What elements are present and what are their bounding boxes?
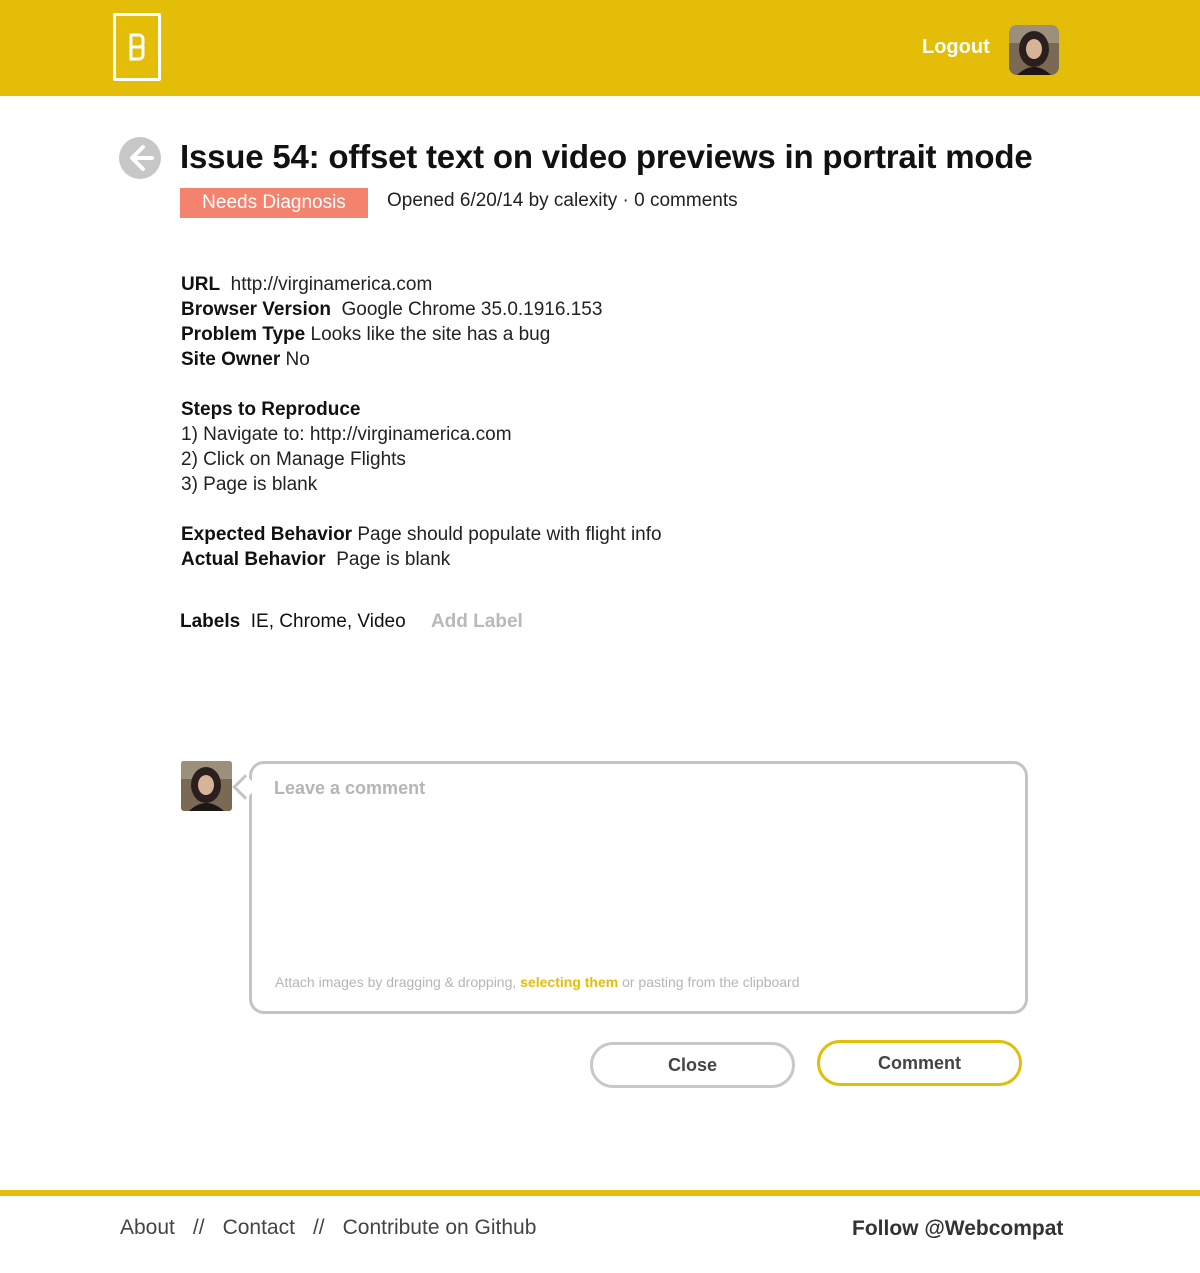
webcompat-logo-icon[interactable] [113,13,161,81]
logout-link[interactable]: Logout [922,36,990,59]
footer-links: About // Contact // Contribute on Github [120,1216,536,1240]
commenter-avatar [181,761,232,811]
owner-value: No [285,349,310,370]
footer-separator: // [192,1216,205,1239]
url-row: URL http://virginamerica.com [181,272,662,297]
labels-values: IE, Chrome, Video [250,611,406,632]
steps-heading: Steps to Reproduce [181,397,662,422]
step-item: 1) Navigate to: http://virginamerica.com [181,424,512,445]
comment-button[interactable]: Comment [817,1040,1022,1086]
user-avatar[interactable] [1009,25,1059,75]
labels-heading: Labels [180,611,241,632]
comment-input[interactable] [272,776,1006,960]
about-link[interactable]: About [120,1216,175,1239]
attach-hint: Attach images by dragging & dropping, se… [275,974,800,990]
attach-prefix: Attach images by dragging & dropping, [275,974,521,990]
expected-label: Expected Behavior [181,524,353,545]
actual-row: Actual Behavior Page is blank [181,547,662,572]
step-item: 2) Click on Manage Flights [181,449,406,470]
steps-label: Steps to Reproduce [181,399,361,420]
expected-value: Page should populate with flight info [357,524,662,545]
status-badge: Needs Diagnosis [180,188,368,218]
close-button[interactable]: Close [590,1042,795,1088]
footer-separator: // [312,1216,325,1239]
github-link[interactable]: Contribute on Github [343,1216,537,1239]
issue-title: Issue 54: offset text on video previews … [180,138,1033,175]
contact-link[interactable]: Contact [223,1216,295,1239]
comment-box: Attach images by dragging & dropping, se… [249,761,1028,1014]
select-images-link[interactable]: selecting them [520,974,618,990]
site-header: Logout [0,0,1200,96]
url-value: http://virginamerica.com [230,274,433,295]
problem-value: Looks like the site has a bug [310,324,551,345]
browser-value: Google Chrome 35.0.1916.153 [341,299,603,320]
footer-divider [0,1190,1200,1196]
actual-label: Actual Behavior [181,549,326,570]
owner-row: Site Owner No [181,347,662,372]
expected-row: Expected Behavior Page should populate w… [181,522,662,547]
add-label-link[interactable]: Add Label [431,611,523,632]
problem-row: Problem Type Looks like the site has a b… [181,322,662,347]
browser-label: Browser Version [181,299,331,320]
attach-suffix: or pasting from the clipboard [618,974,800,990]
owner-label: Site Owner [181,349,281,370]
step-item: 3) Page is blank [181,474,318,495]
issue-meta: Opened 6/20/14 by calexity · 0 comments [387,190,738,211]
actual-value: Page is blank [336,549,451,570]
back-arrow-icon[interactable] [119,137,161,179]
issue-details: URL http://virginamerica.com Browser Ver… [181,272,662,572]
labels-row: Labels IE, Chrome, Video Add Label [180,611,523,633]
problem-label: Problem Type [181,324,306,345]
follow-link[interactable]: Follow @Webcompat [852,1217,1063,1241]
url-label: URL [181,274,221,295]
browser-row: Browser Version Google Chrome 35.0.1916.… [181,297,662,322]
